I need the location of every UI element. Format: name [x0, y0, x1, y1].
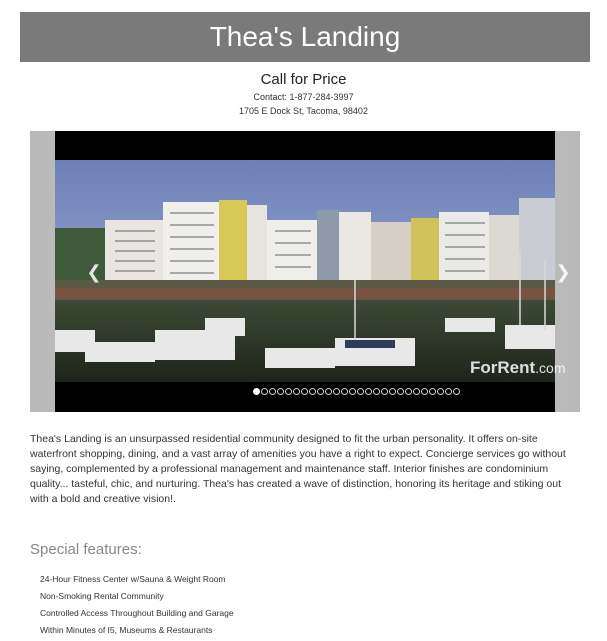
- gallery-dot[interactable]: [445, 388, 452, 395]
- price-label: Call for Price: [260, 71, 347, 88]
- photo-gallery: ❮ ❯ ForRent.com: [30, 131, 580, 412]
- gallery-dot[interactable]: [365, 388, 372, 395]
- gallery-dot[interactable]: [285, 388, 292, 395]
- gallery-dot[interactable]: [397, 388, 404, 395]
- gallery-dot[interactable]: [317, 388, 324, 395]
- gallery-dot[interactable]: [413, 388, 420, 395]
- gallery-dot[interactable]: [405, 388, 412, 395]
- gallery-dot[interactable]: [277, 388, 284, 395]
- gallery-dot[interactable]: [301, 388, 308, 395]
- gallery-dot[interactable]: [349, 388, 356, 395]
- feature-item: 24-Hour Fitness Center w/Sauna & Weight …: [40, 574, 226, 584]
- watermark-suffix: .com: [535, 360, 566, 376]
- gallery-dot[interactable]: [437, 388, 444, 395]
- gallery-next-arrow[interactable]: ❯: [554, 263, 572, 281]
- gallery-dot[interactable]: [261, 388, 268, 395]
- watermark-brand: ForRent: [470, 358, 536, 377]
- gallery-dot[interactable]: [381, 388, 388, 395]
- property-address: 1705 E Dock St, Tacoma, 98402: [239, 106, 368, 116]
- gallery-dot[interactable]: [333, 388, 340, 395]
- gallery-dot[interactable]: [293, 388, 300, 395]
- gallery-dot[interactable]: [325, 388, 332, 395]
- contact-phone[interactable]: Contact: 1-877-284-3997: [0, 92, 607, 102]
- feature-item: Non-Smoking Rental Community: [40, 591, 164, 601]
- gallery-dot[interactable]: [309, 388, 316, 395]
- features-list: 24-Hour Fitness Center w/Sauna & Weight …: [40, 572, 234, 640]
- gallery-dot[interactable]: [373, 388, 380, 395]
- listing-page: Thea's Landing Call for Price Contact: 1…: [0, 0, 607, 641]
- property-description: Thea's Landing is an unsurpassed residen…: [30, 433, 566, 505]
- gallery-dot[interactable]: [421, 388, 428, 395]
- gallery-dot[interactable]: [341, 388, 348, 395]
- gallery-pagination: [253, 388, 460, 396]
- gallery-dot[interactable]: [429, 388, 436, 395]
- gallery-dot[interactable]: [253, 388, 260, 395]
- gallery-frame: ❮ ❯ ForRent.com: [55, 131, 571, 412]
- page-title: Thea's Landing: [20, 12, 590, 62]
- gallery-dot[interactable]: [453, 388, 460, 395]
- gallery-dot[interactable]: [389, 388, 396, 395]
- forrent-watermark: ForRent.com: [470, 358, 566, 378]
- gallery-photo: [55, 160, 555, 382]
- gallery-prev-arrow[interactable]: ❮: [85, 263, 103, 281]
- feature-item: Within Minutes of I5, Museums & Restaura…: [40, 625, 213, 635]
- gallery-dot[interactable]: [357, 388, 364, 395]
- features-heading: Special features:: [30, 541, 142, 558]
- feature-item: Controlled Access Throughout Building an…: [40, 608, 234, 618]
- gallery-dot[interactable]: [269, 388, 276, 395]
